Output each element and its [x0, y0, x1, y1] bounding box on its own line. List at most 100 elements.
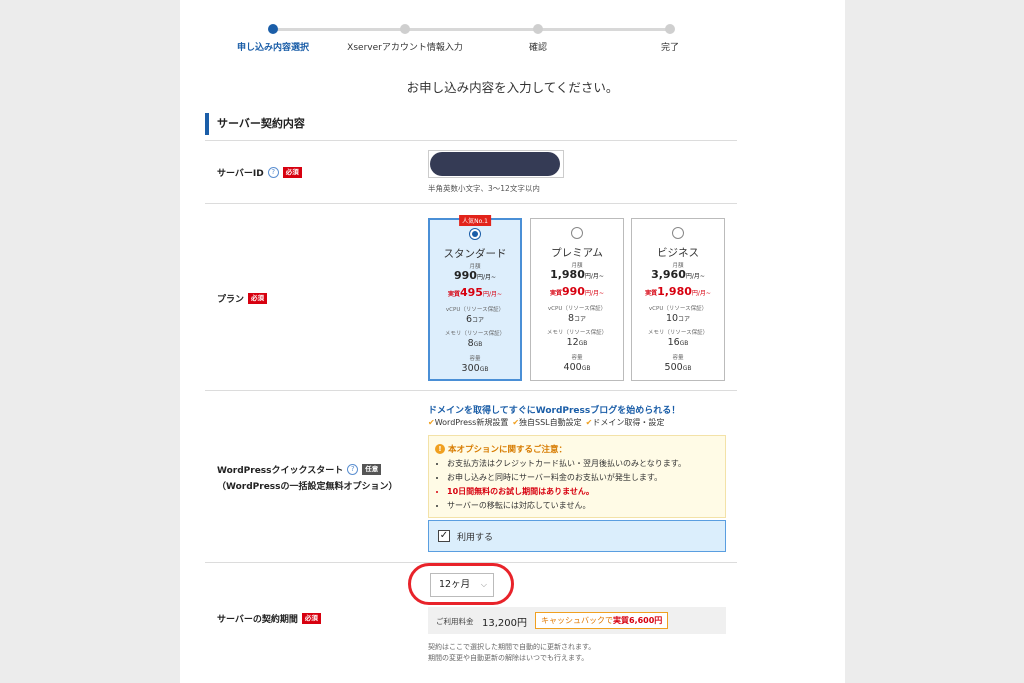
highlight-circle: [408, 563, 514, 605]
cpu-value: 8コア: [531, 313, 623, 324]
notice-title: ! 本オプションに関するご注意：: [435, 443, 567, 455]
cashback-badge: キャッシュバックで実質6,600円: [535, 612, 669, 629]
plan-radio-standard[interactable]: [469, 228, 481, 240]
memory-unit: GB: [578, 340, 588, 347]
feature-item: ✔独自SSL自動設定: [512, 417, 581, 428]
step-dot-3: [533, 24, 543, 34]
divider: [205, 203, 737, 204]
fee-amount: 13,200円: [482, 618, 527, 629]
plan-effective-price: 実質1,980円/月~: [632, 285, 724, 298]
signup-form-page: 申し込み内容選択 Xserverアカウント情報入力 確認 完了 お申し込み内容を…: [180, 0, 845, 683]
notice-item: サーバーの移転には対応していません。: [447, 499, 686, 513]
feature-label: ドメイン取得・設定: [592, 418, 665, 427]
cpu-unit: コア: [574, 316, 587, 323]
memory-label: メモリ（リソース保証）: [444, 331, 506, 337]
memory-number: 16: [667, 337, 680, 348]
memory-unit: GB: [473, 341, 483, 348]
contract-term-label-text: サーバーの契約期間: [217, 615, 298, 625]
memory-value: 12GB: [531, 337, 623, 348]
help-icon[interactable]: ?: [347, 464, 359, 475]
notice-item: お支払方法はクレジットカード払い・翌月後払いのみとなります。: [447, 457, 686, 471]
server-id-input[interactable]: [428, 150, 564, 178]
optional-badge: 任意: [362, 464, 382, 475]
fee-label: ご利用料金: [436, 617, 474, 626]
wordpress-promo-text: ドメインを取得してすぐにWordPressブログを始められる！: [428, 406, 681, 416]
cpu-label: vCPU（リソース保証）: [445, 307, 505, 313]
check-icon: ✔: [428, 418, 435, 427]
option-notice-box: ! 本オプションに関するご注意： お支払方法はクレジットカード払い・翌月後払いの…: [428, 435, 726, 518]
redacted-server-id: [430, 152, 560, 176]
effective-label: 実質: [447, 291, 460, 298]
cashback-prefix: キャッシュバックで: [541, 616, 613, 625]
fee-summary-bar: ご利用料金 13,200円 キャッシュバックで実質6,600円: [428, 607, 726, 634]
renewal-note: 契約はここで選択した期間で自動的に更新されます。: [428, 643, 596, 651]
storage-number: 300: [461, 363, 480, 374]
use-option-label[interactable]: 利用する: [457, 530, 493, 543]
wordpress-sublabel: （WordPressの一括設定無料オプション）: [217, 482, 398, 492]
cpu-value: 10コア: [632, 313, 724, 324]
plan-card-business[interactable]: ビジネス 月額 3,960円/月~ 実質1,980円/月~ vCPU（リソース保…: [631, 218, 725, 381]
storage-label: 容量: [469, 356, 481, 362]
notice-item: お申し込みと同時にサーバー料金のお支払いが発生します。: [447, 471, 686, 485]
plan-effective-value: 990: [561, 285, 585, 298]
step-dot-1: [268, 24, 278, 34]
cpu-number: 10: [665, 313, 679, 324]
required-badge: 必須: [301, 613, 321, 624]
step-label-2: Xserverアカウント情報入力: [347, 43, 463, 53]
plan-radio-business[interactable]: [672, 227, 684, 239]
plan-effective-price: 実質495円/月~: [430, 286, 520, 299]
info-icon: !: [435, 444, 445, 454]
plan-effective-price: 実質990円/月~: [531, 285, 623, 298]
storage-number: 400: [563, 362, 582, 373]
storage-value: 300GB: [430, 363, 520, 374]
price-unit: 円/月~: [584, 273, 604, 280]
notice-item-warning: 10日間無料のお試し期間はありません。: [447, 485, 686, 499]
cpu-label: vCPU（リソース保証）: [547, 306, 607, 312]
instruction-text: お申し込み内容を入力してください。: [406, 80, 619, 95]
memory-label: メモリ（リソース保証）: [647, 330, 709, 336]
notice-list: お支払方法はクレジットカード払い・翌月後払いのみとなります。 お申し込みと同時に…: [447, 457, 686, 513]
wordpress-label-text: WordPressクイックスタート: [217, 466, 344, 476]
price-unit: 円/月~: [482, 291, 503, 298]
plan-price: 990円/月~: [430, 269, 520, 282]
feature-item: ✔WordPress新規設置: [428, 417, 508, 428]
use-option-box[interactable]: ✓ 利用する: [428, 520, 726, 552]
plan-card-premium[interactable]: プレミアム 月額 1,980円/月~ 実質990円/月~ vCPU（リソース保証…: [530, 218, 624, 381]
storage-number: 500: [664, 362, 683, 373]
feature-label: WordPress新規設置: [434, 418, 509, 427]
divider: [205, 390, 737, 391]
plan-card-standard[interactable]: 人気No.1 スタンダード 月額 990円/月~ 実質495円/月~ vCPU（…: [428, 215, 522, 381]
price-unit: 円/月~: [691, 290, 711, 297]
memory-value: 8GB: [430, 338, 520, 349]
memory-number: 12: [566, 337, 579, 348]
storage-unit: GB: [479, 366, 489, 373]
price-unit: 円/月~: [584, 290, 605, 297]
plan-price-value: 3,960: [651, 268, 686, 281]
storage-value: 500GB: [632, 362, 724, 373]
plan-radio-premium[interactable]: [571, 227, 583, 239]
plan-name: プレミアム: [551, 247, 603, 259]
use-option-checkbox[interactable]: ✓: [438, 530, 450, 542]
wordpress-features: ✔WordPress新規設置 ✔独自SSL自動設定 ✔ ドメイン取得・設定: [428, 417, 664, 428]
section-title: サーバー契約内容: [205, 113, 305, 135]
cpu-unit: コア: [678, 316, 691, 323]
storage-label: 容量: [672, 355, 684, 361]
stepper-track: [273, 28, 671, 31]
cpu-value: 6コア: [430, 314, 520, 325]
popular-badge: 人気No.1: [459, 215, 491, 226]
effective-label: 実質: [549, 290, 562, 297]
memory-unit: GB: [679, 340, 689, 347]
help-icon[interactable]: ?: [267, 167, 279, 178]
required-badge: 必須: [282, 167, 302, 178]
step-dot-4: [665, 24, 675, 34]
cpu-label: vCPU（リソース保証）: [648, 306, 708, 312]
divider: [205, 140, 737, 141]
step-label-1: 申し込み内容選択: [236, 43, 310, 53]
required-badge: 必須: [248, 293, 268, 304]
wordpress-label: WordPressクイックスタート ? 任意: [217, 463, 382, 476]
plan-label: プラン 必須: [217, 292, 268, 305]
price-unit: 円/月~: [685, 273, 705, 280]
server-id-hint: 半角英数小文字、3～12文字以内: [428, 184, 540, 193]
plan-effective-value: 495: [459, 286, 483, 299]
price-unit: 円/月~: [476, 274, 497, 281]
